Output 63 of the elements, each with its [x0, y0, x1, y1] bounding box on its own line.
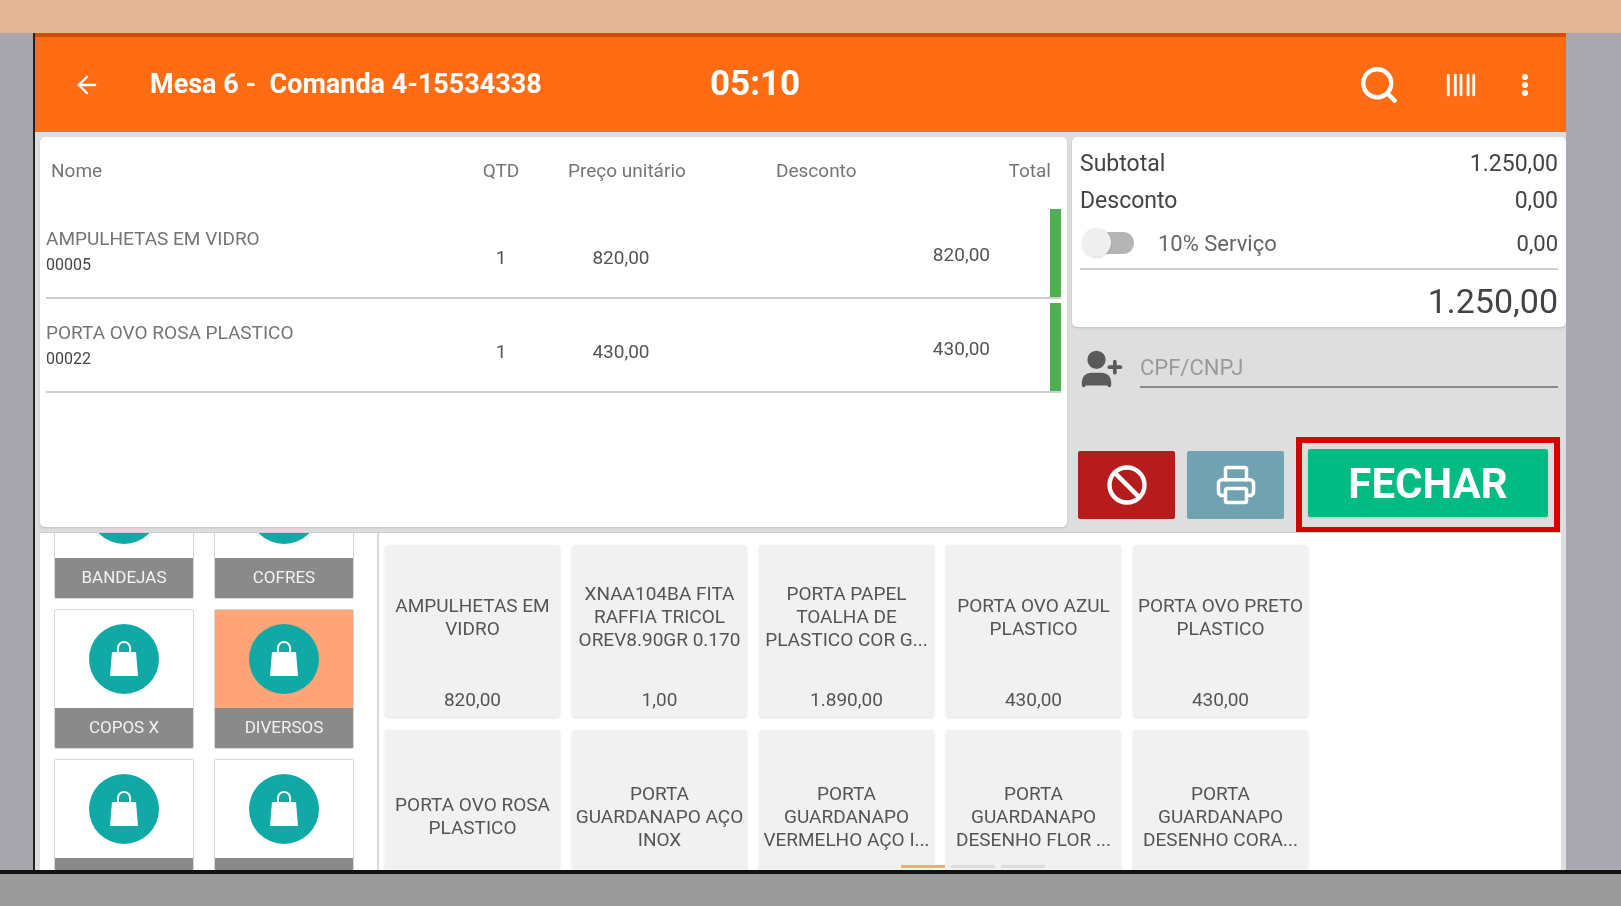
item-unit-price: 820,00 [591, 244, 651, 271]
item-code: 00022 [46, 348, 92, 371]
item-quantity: 1 [494, 338, 508, 365]
more-icon [1522, 73, 1528, 96]
item-name: PORTA OVO ROSA PLASTICO [46, 319, 295, 346]
product-name: PORTA GUARDANAPO VERMELHO AÇO I... [762, 781, 931, 851]
product-price: 820,00 [443, 688, 502, 711]
product-tile[interactable]: PORTA PAPEL TOALHA DE PLASTICO COR G... 1.890,00 [759, 545, 934, 717]
category-label: BANDEJAS [81, 566, 167, 590]
category-tile[interactable] [214, 759, 354, 870]
product-price: 1.890,00 [810, 688, 883, 711]
product-tile[interactable]: XNAA104BA FITA RAFFIA TRICOL OREV8.90GR 0.170 1,00 [572, 545, 747, 717]
product-name: PORTA GUARDANAPO DESENHO CORA... [1142, 781, 1299, 851]
order-row[interactable]: PORTA OVO ROSA PLASTICO 00022 1 430,00 430,00 [46, 299, 1061, 393]
column-header: Preço unitário [567, 157, 687, 184]
column-header: Nome [50, 157, 104, 184]
grand-total: 1.250,00 [1427, 281, 1558, 321]
product-tile[interactable]: PORTA OVO AZUL PLASTICO 430,00 [946, 545, 1121, 717]
print-button[interactable] [1187, 451, 1284, 519]
discount-value: 0,00 [1514, 185, 1558, 216]
cancel-button[interactable] [1078, 451, 1175, 519]
item-unit-price: 430,00 [591, 338, 651, 365]
order-row[interactable]: AMPULHETAS EM VIDRO 00005 1 820,00 820,00 [46, 205, 1061, 299]
item-quantity: 1 [494, 244, 508, 271]
product-price: 430,00 [1004, 688, 1063, 711]
product-name: PORTA GUARDANAPO AÇO INOX [574, 781, 745, 851]
subtotal-value: 1.250,00 [1469, 149, 1558, 179]
category-label: COFRES [252, 566, 316, 590]
product-tile[interactable]: PORTA OVO PRETO PLASTICO 430,00 [1133, 545, 1308, 717]
prohibited-icon [1105, 464, 1148, 506]
menu-button[interactable] [1522, 73, 1528, 96]
column-header: Total [1007, 157, 1052, 184]
product-name: AMPULHETAS EM VIDRO [394, 593, 551, 640]
product-price: 430,00 [1191, 688, 1250, 711]
category-label: DIVERSOS [244, 716, 324, 740]
column-header: Desconto [775, 157, 858, 184]
product-price: 1,00 [641, 688, 678, 711]
discount-label: Desconto [1080, 185, 1178, 216]
item-name: AMPULHETAS EM VIDRO [46, 225, 261, 252]
product-name: PORTA PAPEL TOALHA DE PLASTICO COR G... [764, 582, 929, 651]
product-tile[interactable]: PORTA GUARDANAPO AÇO INOX [572, 730, 747, 870]
item-total: 820,00 [931, 241, 991, 268]
product-tile[interactable]: PORTA GUARDANAPO DESENHO CORA... [1133, 730, 1308, 870]
product-name: PORTA OVO ROSA PLASTICO [394, 793, 551, 839]
printer-icon [1214, 464, 1257, 506]
category-label: COPOS X [88, 716, 160, 740]
product-tile[interactable]: AMPULHETAS EM VIDRO 820,00 [385, 545, 560, 717]
item-code: 00005 [46, 254, 92, 277]
item-total: 430,00 [931, 335, 991, 362]
elapsed-time: 05:10 [710, 62, 801, 107]
customer-id-field[interactable]: CPF/CNPJ [1140, 350, 1558, 388]
screen-title: Mesa 6 - Comanda 4-15534338 [150, 67, 543, 103]
product-tile[interactable]: PORTA OVO ROSA PLASTICO [385, 730, 560, 870]
service-value: 0,00 [1516, 229, 1558, 258]
product-name: XNAA104BA FITA RAFFIA TRICOL OREV8.90GR 0.170 [577, 582, 742, 651]
product-name: PORTA OVO PRETO PLASTICO [1136, 593, 1305, 640]
service-label: 10% Serviço [1158, 229, 1278, 258]
category-tile[interactable] [54, 759, 194, 870]
column-header: QTD [481, 157, 521, 184]
product-tile[interactable]: PORTA GUARDANAPO VERMELHO AÇO I... [759, 730, 934, 870]
product-name: PORTA GUARDANAPO DESENHO FLOR ... [955, 781, 1112, 851]
subtotal-label: Subtotal [1080, 149, 1166, 179]
product-name: PORTA OVO AZUL PLASTICO [956, 593, 1111, 640]
